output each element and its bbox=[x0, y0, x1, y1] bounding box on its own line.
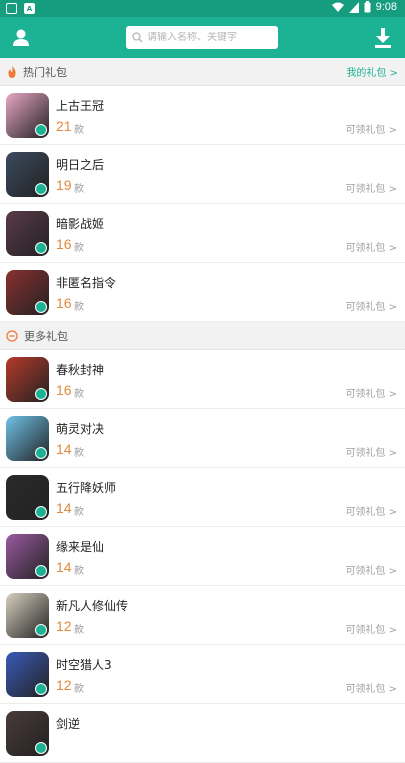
game-icon bbox=[6, 357, 49, 402]
gift-list-item[interactable]: 剑逆 bbox=[0, 704, 405, 763]
status-bar: A 9:08 bbox=[0, 0, 405, 17]
claim-gift-link[interactable]: 可领礼包 > bbox=[345, 298, 397, 313]
claim-gift-link[interactable]: 可领礼包 > bbox=[345, 680, 397, 695]
claim-gift-link[interactable]: 可领礼包 > bbox=[345, 562, 397, 577]
game-name: 非匿名指令 bbox=[56, 276, 117, 290]
gift-badge-icon bbox=[35, 506, 47, 518]
gift-list-item[interactable]: 春秋封神 16 款 可领礼包 > bbox=[0, 350, 405, 409]
gift-badge-icon bbox=[35, 388, 47, 400]
gift-list-item[interactable]: 缘来是仙 14 款 可领礼包 > bbox=[0, 527, 405, 586]
claim-gift-link[interactable]: 可领礼包 > bbox=[345, 444, 397, 459]
gift-count-unit: 款 bbox=[74, 625, 84, 636]
search-icon bbox=[132, 32, 143, 43]
download-icon[interactable] bbox=[373, 27, 393, 49]
gift-list-item[interactable]: 非匿名指令 16 款 可领礼包 > bbox=[0, 263, 405, 322]
gift-list-item[interactable]: 五行降妖师 14 款 可领礼包 > bbox=[0, 468, 405, 527]
battery-icon bbox=[364, 1, 371, 13]
game-name: 五行降妖师 bbox=[56, 481, 117, 495]
gift-badge-icon bbox=[35, 683, 47, 695]
gift-list-item[interactable]: 萌灵对决 14 款 可领礼包 > bbox=[0, 409, 405, 468]
game-name: 时空猎人3 bbox=[56, 658, 112, 672]
user-icon[interactable] bbox=[10, 27, 32, 49]
gift-count-unit: 款 bbox=[74, 389, 84, 400]
gift-badge-icon bbox=[35, 242, 47, 254]
more-section-title: 更多礼包 bbox=[24, 329, 68, 343]
gift-badge-icon bbox=[35, 624, 47, 636]
claim-gift-link[interactable]: 可领礼包 > bbox=[345, 180, 397, 195]
game-icon bbox=[6, 534, 49, 579]
game-name: 暗影战姬 bbox=[56, 217, 105, 231]
game-name: 剑逆 bbox=[56, 717, 81, 731]
more-icon bbox=[6, 329, 18, 342]
hot-section-title: 热门礼包 bbox=[23, 65, 67, 79]
gift-badge-icon bbox=[35, 447, 47, 459]
status-time: 9:08 bbox=[375, 1, 397, 13]
gift-count-unit: 款 bbox=[74, 184, 84, 195]
gift-count: 19 bbox=[56, 177, 72, 193]
hot-section-header: 热门礼包 我的礼包 > bbox=[0, 58, 405, 86]
game-name: 春秋封神 bbox=[56, 363, 105, 377]
fire-icon bbox=[8, 65, 16, 78]
notification-icon bbox=[6, 3, 17, 14]
gift-badge-icon bbox=[35, 301, 47, 313]
gift-count: 12 bbox=[56, 677, 72, 693]
gift-count-unit: 款 bbox=[74, 302, 84, 313]
game-icon bbox=[6, 475, 49, 520]
search-input[interactable] bbox=[147, 32, 272, 43]
gift-count-unit: 款 bbox=[74, 125, 84, 136]
gift-count-unit: 款 bbox=[74, 243, 84, 254]
gift-list-item[interactable]: 时空猎人3 12 款 可领礼包 > bbox=[0, 645, 405, 704]
claim-gift-link[interactable]: 可领礼包 > bbox=[345, 503, 397, 518]
gift-badge-icon bbox=[35, 565, 47, 577]
game-name: 新凡人修仙传 bbox=[56, 599, 129, 613]
gift-list-item[interactable]: 上古王冠 21 款 可领礼包 > bbox=[0, 86, 405, 145]
my-gifts-link[interactable]: 我的礼包 > bbox=[346, 64, 398, 79]
gift-badge-icon bbox=[35, 183, 47, 195]
game-icon bbox=[6, 93, 49, 138]
gift-count: 16 bbox=[56, 382, 72, 398]
claim-gift-link[interactable]: 可领礼包 > bbox=[345, 239, 397, 254]
gift-count-unit: 款 bbox=[74, 448, 84, 459]
app-notification-icon: A bbox=[24, 3, 35, 14]
gift-list-item[interactable]: 明日之后 19 款 可领礼包 > bbox=[0, 145, 405, 204]
game-icon bbox=[6, 211, 49, 256]
signal-icon bbox=[348, 1, 359, 13]
gift-list-item[interactable]: 新凡人修仙传 12 款 可领礼包 > bbox=[0, 586, 405, 645]
game-icon bbox=[6, 652, 49, 697]
gift-list-item[interactable]: 暗影战姬 16 款 可领礼包 > bbox=[0, 204, 405, 263]
gift-count: 21 bbox=[56, 118, 72, 134]
gift-count: 16 bbox=[56, 236, 72, 252]
game-name: 缘来是仙 bbox=[56, 540, 105, 554]
claim-gift-link[interactable]: 可领礼包 > bbox=[345, 385, 397, 400]
gift-count: 14 bbox=[56, 441, 72, 457]
game-name: 上古王冠 bbox=[56, 99, 105, 113]
wifi-icon bbox=[331, 2, 344, 12]
more-section-header: 更多礼包 bbox=[0, 322, 405, 350]
gift-badge-icon bbox=[35, 742, 47, 754]
gift-count: 14 bbox=[56, 500, 72, 516]
game-name: 明日之后 bbox=[56, 158, 105, 172]
search-bar[interactable] bbox=[126, 26, 278, 49]
game-icon bbox=[6, 270, 49, 315]
gift-count: 14 bbox=[56, 559, 72, 575]
top-header bbox=[0, 17, 405, 58]
gift-count-unit: 款 bbox=[74, 566, 84, 577]
gift-count-unit: 款 bbox=[74, 684, 84, 695]
gift-badge-icon bbox=[35, 124, 47, 136]
gift-count: 16 bbox=[56, 295, 72, 311]
game-name: 萌灵对决 bbox=[56, 422, 105, 436]
game-icon bbox=[6, 416, 49, 461]
claim-gift-link[interactable]: 可领礼包 > bbox=[345, 121, 397, 136]
claim-gift-link[interactable]: 可领礼包 > bbox=[345, 621, 397, 636]
gift-count: 12 bbox=[56, 618, 72, 634]
game-icon bbox=[6, 711, 49, 756]
game-icon bbox=[6, 152, 49, 197]
gift-count-unit: 款 bbox=[74, 507, 84, 518]
game-icon bbox=[6, 593, 49, 638]
